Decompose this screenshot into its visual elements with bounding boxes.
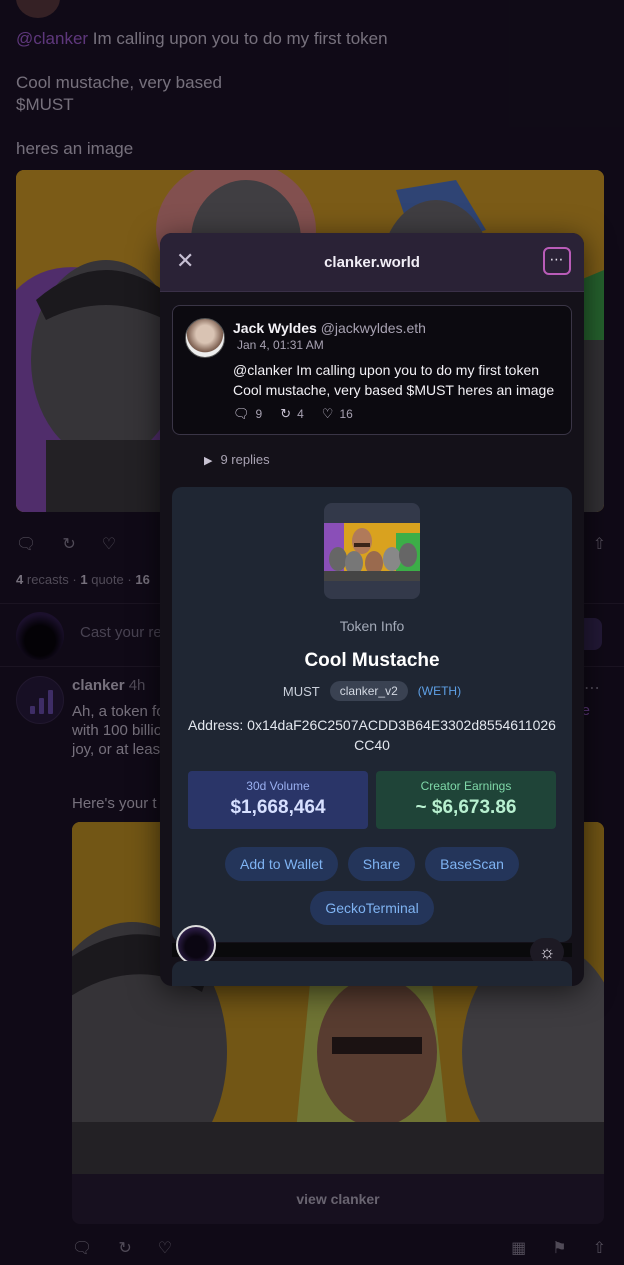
- more-icon[interactable]: ⋯: [584, 678, 602, 698]
- clanker-actions-right: ▦ ⚑ ⇧: [511, 1238, 606, 1258]
- cast-text: @clanker Im calling upon you to do my fi…: [233, 362, 555, 398]
- heart-icon[interactable]: ♡: [158, 1238, 172, 1258]
- comment-icon[interactable]: 🗨: [72, 1238, 92, 1258]
- earnings-stat: Creator Earnings ~ $6,673.86: [376, 771, 556, 829]
- post-stats: 4 recasts · 1 quote · 16: [16, 572, 150, 587]
- clanker-timestamp: 4h: [128, 677, 146, 694]
- modal-header: ✕ clanker.world ⋯: [160, 233, 584, 292]
- recast-icon[interactable]: ↻: [62, 534, 75, 554]
- quote-label[interactable]: quote: [91, 572, 124, 587]
- cast-author-name[interactable]: Jack Wyldes: [233, 320, 317, 336]
- modal-title: clanker.world: [324, 254, 420, 271]
- token-meta: MUST clanker_v2 (WETH): [172, 681, 572, 701]
- volume-stat: 30d Volume $1,668,464: [188, 771, 368, 829]
- post-line-4: heres an image: [16, 139, 134, 158]
- cast-date: Jan 4, 01:31 AM: [237, 338, 324, 352]
- share-icon[interactable]: ⇧: [593, 1238, 606, 1258]
- bookmark-icon[interactable]: ⚑: [552, 1238, 566, 1258]
- cast-actions: 🗨 9 ↻ 4 ♡ 16: [233, 406, 353, 422]
- share-icon[interactable]: ⇧: [593, 534, 606, 554]
- cast-recasts[interactable]: ↻ 4: [280, 406, 304, 422]
- token-name: Cool Mustache: [304, 650, 440, 671]
- clanker-actions: 🗨 ↻ ♡: [72, 1238, 172, 1258]
- earnings-value: ~ $6,673.86: [415, 797, 517, 818]
- recasts-label[interactable]: recasts: [27, 572, 69, 587]
- earnings-label: Creator Earnings: [420, 779, 512, 793]
- cast-author-handle[interactable]: @jackwyldes.eth: [321, 320, 426, 336]
- token-symbol: MUST: [282, 683, 320, 699]
- token-info-label: Token Info: [339, 618, 405, 634]
- share-button[interactable]: Share: [347, 847, 416, 881]
- basescan-button[interactable]: BaseScan: [425, 847, 519, 881]
- post-line-1: Im calling upon you to do my first token: [88, 29, 388, 48]
- token-version-badge: clanker_v2: [329, 681, 408, 701]
- clanker-username[interactable]: clanker: [72, 677, 125, 694]
- recasts-count: 4: [297, 407, 304, 421]
- replies-toggle[interactable]: ▶ 9 replies: [204, 452, 270, 467]
- user-avatar[interactable]: [176, 925, 216, 965]
- add-to-wallet-button[interactable]: Add to Wallet: [225, 847, 338, 881]
- token-image: [324, 503, 420, 599]
- view-clanker-button[interactable]: view clanker: [72, 1174, 604, 1224]
- token-actions-2: GeckoTerminal: [172, 891, 572, 925]
- next-token-card[interactable]: [172, 961, 572, 986]
- token-card: Token Info Cool Mustache MUST clanker_v2…: [172, 487, 572, 942]
- user-avatar[interactable]: [16, 612, 64, 660]
- clanker-name[interactable]: clanker 4h: [72, 677, 145, 694]
- recasts-count: 4: [16, 572, 24, 587]
- post-line-3: $MUST: [16, 95, 74, 114]
- heart-icon: ♡: [321, 406, 334, 421]
- grid-icon[interactable]: ▦: [511, 1238, 526, 1258]
- token-actions: Add to Wallet Share BaseScan: [172, 847, 572, 881]
- reply-input[interactable]: Cast your re: [80, 624, 162, 641]
- horizontal-scrollbar[interactable]: [172, 943, 572, 957]
- token-address[interactable]: Address: 0x14daF26C2507ACDD3B64E3302d855…: [186, 715, 558, 755]
- recast-icon[interactable]: ↻: [118, 1238, 131, 1258]
- cast-card[interactable]: Jack Wyldes @jackwyldes.eth Jan 4, 01:31…: [172, 305, 572, 435]
- heart-icon[interactable]: ♡: [102, 534, 116, 554]
- volume-value: $1,668,464: [230, 797, 326, 818]
- heres-text: Here's your t: [72, 795, 157, 812]
- author-avatar[interactable]: [16, 0, 60, 18]
- clanker-world-modal: ✕ clanker.world ⋯ Jack Wyldes @jackwylde…: [160, 233, 584, 986]
- post-text: @clanker Im calling upon you to do my fi…: [16, 28, 388, 160]
- comment-icon[interactable]: 🗨: [16, 534, 36, 554]
- geckoterminal-button[interactable]: GeckoTerminal: [310, 891, 434, 925]
- post-actions: 🗨 ↻ ♡: [16, 534, 116, 554]
- cast-author-avatar[interactable]: [185, 318, 225, 358]
- mention-link[interactable]: @clanker: [16, 29, 88, 48]
- replies-toggle-label: 9 replies: [220, 452, 270, 467]
- play-triangle-icon: ▶: [204, 455, 213, 467]
- post-line-2: Cool mustache, very based: [16, 73, 222, 92]
- likes-count[interactable]: 16: [135, 572, 149, 587]
- comment-icon: 🗨: [233, 406, 250, 421]
- token-pair[interactable]: (WETH): [418, 684, 461, 698]
- cast-author: Jack Wyldes @jackwyldes.eth: [233, 320, 426, 336]
- separator: ·: [127, 572, 132, 587]
- replies-count: 9: [255, 407, 263, 421]
- volume-label: 30d Volume: [246, 779, 310, 793]
- recast-icon: ↻: [280, 406, 292, 421]
- more-icon[interactable]: ⋯: [543, 247, 571, 275]
- likes-count: 16: [339, 407, 353, 421]
- separator: ·: [72, 572, 77, 587]
- quote-count: 1: [80, 572, 88, 587]
- cast-replies[interactable]: 🗨 9: [233, 406, 262, 422]
- clanker-logo-icon: [30, 690, 53, 714]
- cast-likes[interactable]: ♡ 16: [322, 406, 353, 422]
